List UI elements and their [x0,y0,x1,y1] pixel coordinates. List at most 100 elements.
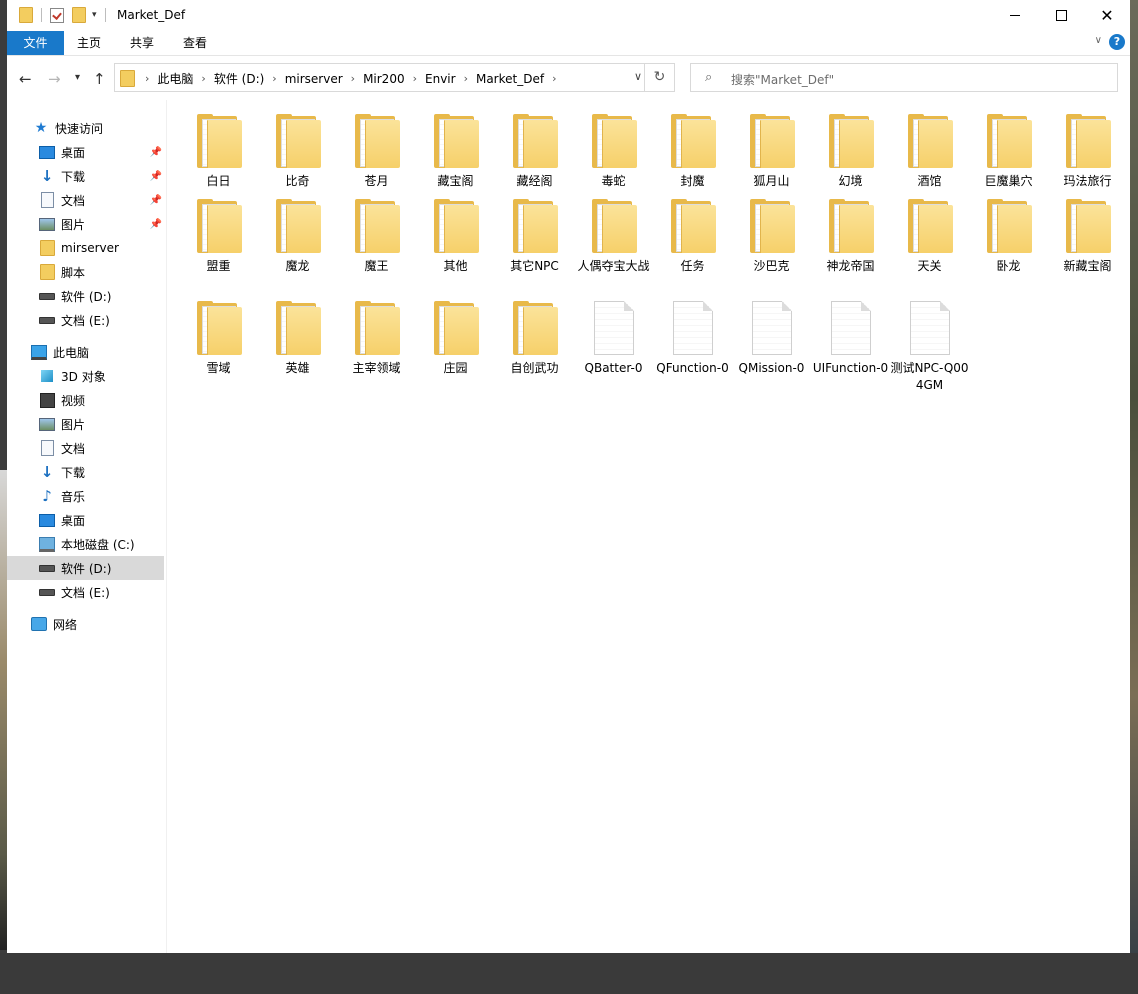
folder-item[interactable]: 主宰领域 [337,301,416,377]
tab-share[interactable]: 共享 [122,31,162,55]
pin-icon[interactable]: 📌 [150,171,162,182]
sidebar-item-music[interactable]: ♪ 音乐 [7,484,164,508]
folder-item[interactable]: 比奇 [258,114,337,190]
folder-item[interactable]: 英雄 [258,301,337,377]
folder-item[interactable]: 自创武功 [495,301,574,377]
sidebar-item-drive-d[interactable]: 软件 (D:) [7,284,164,308]
sidebar-item-downloads[interactable]: ↓ 下载 📌 [7,164,164,188]
tab-home[interactable]: 主页 [69,31,109,55]
file-item[interactable]: 测试NPC-Q004GM [890,301,969,394]
folder-item[interactable]: 庄园 [416,301,495,377]
refresh-icon[interactable]: ↻ [644,64,674,91]
folder-item[interactable]: 沙巴克 [732,199,811,275]
folder-item[interactable]: 魔龙 [258,199,337,275]
breadcrumb-mirserver[interactable]: mirserver [285,72,343,86]
folder-item[interactable]: 人偶夺宝大战 [574,199,653,275]
folder-item[interactable]: 狐月山 [732,114,811,190]
folder-item[interactable]: 酒馆 [890,114,969,190]
folder-item[interactable]: 藏经阁 [495,114,574,190]
pin-icon[interactable]: 📌 [150,147,162,158]
breadcrumb-mir200[interactable]: Mir200 [363,72,405,86]
maximize-button[interactable] [1038,0,1084,31]
sidebar-item-documents[interactable]: 文档 📌 [7,188,164,212]
search-input[interactable]: ⌕ 搜索"Market_Def" [690,63,1118,92]
file-item[interactable]: UIFunction-0 [811,301,890,377]
network-icon [31,616,47,632]
address-dropdown-chevron-icon[interactable]: ∨ [634,70,642,83]
address-bar[interactable]: › 此电脑 › 软件 (D:) › mirserver › Mir200 › E… [114,63,675,92]
sidebar-item-pc-desktop[interactable]: 桌面 [7,508,164,532]
file-item[interactable]: QFunction-0 [653,301,732,377]
sidebar-item-quick-access[interactable]: ★ 快速访问 [7,116,164,140]
help-icon[interactable]: ? [1109,34,1125,50]
folder-item[interactable]: 玛法旅行 [1048,114,1127,190]
file-item[interactable]: QBatter-0 [574,301,653,377]
sidebar-item-drive-c[interactable]: 本地磁盘 (C:) [7,532,164,556]
sidebar-item-this-pc[interactable]: 此电脑 [7,340,164,364]
sidebar-item-videos[interactable]: 视频 [7,388,164,412]
sidebar-item-mirserver[interactable]: mirserver [7,236,164,260]
customize-toolbar-chevron-icon[interactable]: ▾ [92,10,97,20]
pin-icon[interactable]: 📌 [150,219,162,230]
file-item[interactable]: QMission-0 [732,301,811,377]
sidebar-item-pc-drive-d[interactable]: 软件 (D:) [7,556,164,580]
tab-file[interactable]: 文件 [7,31,64,55]
chevron-right-icon[interactable]: › [413,72,417,85]
folder-item[interactable]: 魔王 [337,199,416,275]
folder-icon [1065,199,1111,253]
desktop-icon [39,512,55,528]
sidebar-item-pc-documents[interactable]: 文档 [7,436,164,460]
item-label: 魔王 [364,259,389,273]
folder-item[interactable]: 藏宝阁 [416,114,495,190]
back-arrow-icon[interactable]: ← [19,70,32,88]
sidebar-item-scripts[interactable]: 脚本 [7,260,164,284]
chevron-right-icon[interactable]: › [201,72,205,85]
sidebar-item-pc-drive-e[interactable]: 文档 (E:) [7,580,164,604]
chevron-right-icon[interactable]: › [552,72,556,85]
chevron-right-icon[interactable]: › [272,72,276,85]
folder-icon [670,114,716,168]
sidebar-item-network[interactable]: 网络 [7,612,164,636]
folder-item[interactable]: 盟重 [179,199,258,275]
sidebar-item-3d-objects[interactable]: 3D 对象 [7,364,164,388]
folder-item[interactable]: 神龙帝国 [811,199,890,275]
breadcrumb-drive-d[interactable]: 软件 (D:) [214,70,264,87]
sidebar-item-pictures[interactable]: 图片 📌 [7,212,164,236]
new-folder-icon[interactable] [72,7,86,23]
folder-icon [275,114,321,168]
sidebar-item-drive-e[interactable]: 文档 (E:) [7,308,164,332]
folder-item[interactable]: 巨魔巢穴 [969,114,1048,190]
pin-icon[interactable]: 📌 [150,195,162,206]
folder-item[interactable]: 天关 [890,199,969,275]
recent-locations-chevron-icon[interactable]: ▾ [75,72,80,83]
minimize-button[interactable] [992,0,1038,31]
folder-item[interactable]: 幻境 [811,114,890,190]
desktop-icon [39,144,55,160]
up-arrow-icon[interactable]: ↑ [93,70,106,88]
chevron-right-icon[interactable]: › [145,72,149,85]
properties-icon[interactable] [50,7,64,23]
chevron-right-icon[interactable]: › [351,72,355,85]
forward-arrow-icon[interactable]: → [48,70,61,88]
folder-item[interactable]: 任务 [653,199,732,275]
folder-item[interactable]: 其他 [416,199,495,275]
folder-icon [828,114,874,168]
sidebar-item-pc-downloads[interactable]: ↓ 下载 [7,460,164,484]
chevron-right-icon[interactable]: › [464,72,468,85]
folder-item[interactable]: 封魔 [653,114,732,190]
close-button[interactable]: ✕ [1084,0,1130,31]
tab-view[interactable]: 查看 [175,31,215,55]
breadcrumb-this-pc[interactable]: 此电脑 [157,70,193,87]
expand-ribbon-chevron-icon[interactable]: ∨ [1095,35,1102,46]
folder-item[interactable]: 雪域 [179,301,258,377]
folder-item[interactable]: 白日 [179,114,258,190]
breadcrumb-envir[interactable]: Envir [425,72,456,86]
folder-item[interactable]: 苍月 [337,114,416,190]
folder-item[interactable]: 卧龙 [969,199,1048,275]
sidebar-item-pc-pictures[interactable]: 图片 [7,412,164,436]
breadcrumb-market-def[interactable]: Market_Def [476,72,544,86]
folder-item[interactable]: 其它NPC [495,199,574,275]
sidebar-item-desktop[interactable]: 桌面 📌 [7,140,164,164]
folder-item[interactable]: 毒蛇 [574,114,653,190]
folder-item[interactable]: 新藏宝阁 [1048,199,1127,275]
